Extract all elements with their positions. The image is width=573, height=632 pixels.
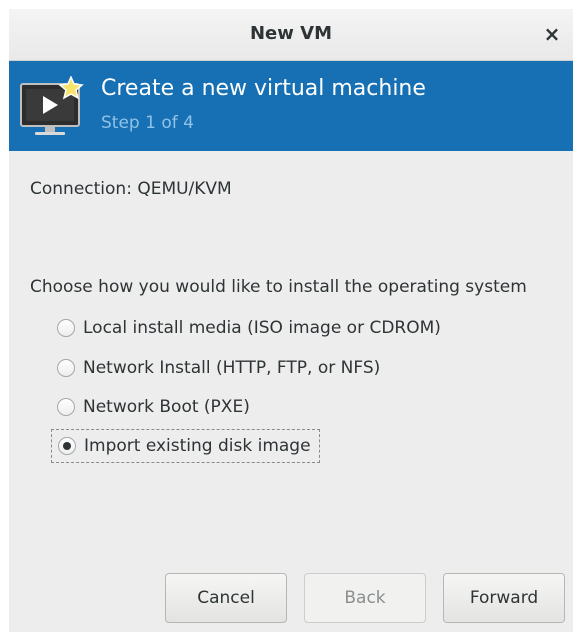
back-button[interactable]: Back <box>304 573 426 623</box>
radio-local-install-media[interactable]: Local install media (ISO image or CDROM) <box>51 311 449 345</box>
connection-label: Connection: QEMU/KVM <box>30 179 232 199</box>
radio-label[interactable]: Network Install (HTTP, FTP, or NFS) <box>83 358 380 378</box>
radio-button-selected[interactable] <box>58 437 76 455</box>
title-bar[interactable]: New VM × <box>9 9 573 61</box>
radio-button[interactable] <box>57 398 75 416</box>
radio-network-install[interactable]: Network Install (HTTP, FTP, or NFS) <box>51 351 388 385</box>
radio-button[interactable] <box>57 319 75 337</box>
install-method-prompt: Choose how you would like to install the… <box>30 277 527 297</box>
radio-label[interactable]: Network Boot (PXE) <box>83 397 250 417</box>
new-vm-dialog: New VM × Create a new virtual machine St… <box>9 9 573 632</box>
window-title: New VM <box>249 23 332 44</box>
cancel-button[interactable]: Cancel <box>165 573 287 623</box>
banner-title: Create a new virtual machine <box>101 76 426 101</box>
monitor-play-star-icon <box>20 76 84 135</box>
step-indicator: Step 1 of 4 <box>101 113 194 133</box>
radio-import-disk-image[interactable]: Import existing disk image <box>51 429 320 463</box>
radio-button[interactable] <box>57 359 75 377</box>
close-icon[interactable]: × <box>539 21 565 47</box>
radio-network-boot[interactable]: Network Boot (PXE) <box>51 390 258 424</box>
forward-button[interactable]: Forward <box>443 573 565 623</box>
header-banner: Create a new virtual machine Step 1 of 4 <box>9 61 573 151</box>
radio-label[interactable]: Import existing disk image <box>84 436 311 456</box>
radio-label[interactable]: Local install media (ISO image or CDROM) <box>83 318 441 338</box>
